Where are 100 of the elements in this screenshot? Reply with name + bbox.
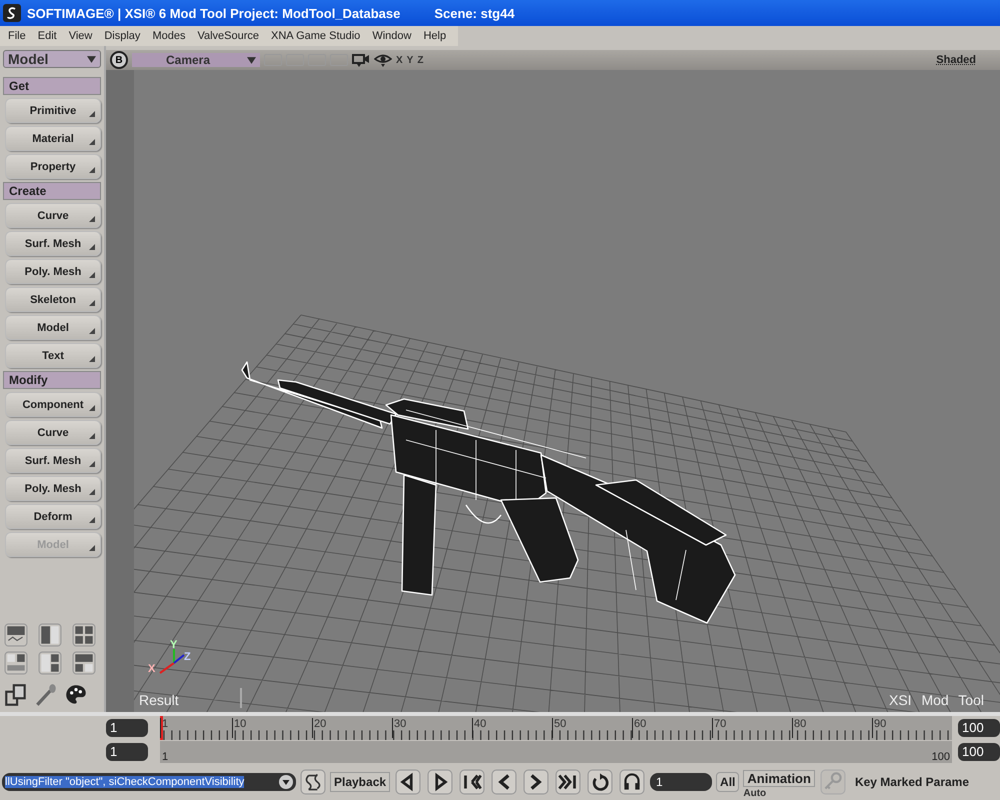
frame-tick-label: 90 <box>872 718 886 738</box>
mode-dropdown[interactable]: Model <box>3 50 101 68</box>
submenu-corner-icon <box>89 216 95 222</box>
scene-name: Scene: stg44 <box>434 6 515 20</box>
section-header: Modify <box>3 371 101 389</box>
display-mode-dropdown[interactable]: Shaded <box>936 54 976 66</box>
submenu-corner-icon <box>89 111 95 117</box>
submenu-corner-icon <box>89 356 95 362</box>
menu-item[interactable]: Display <box>104 30 140 42</box>
tool-button[interactable]: Model <box>5 315 101 340</box>
submenu-corner-icon <box>89 328 95 334</box>
dropdown-arrow-icon <box>87 56 96 62</box>
axis-toggle[interactable]: Z <box>417 54 424 66</box>
tool-button[interactable]: Deform <box>5 504 101 529</box>
frame-tick-label: 20 <box>312 718 326 738</box>
frame-tick-label: 60 <box>632 718 646 738</box>
submenu-corner-icon <box>89 167 95 173</box>
submenu-corner-icon <box>89 405 95 411</box>
tool-button[interactable]: Poly. Mesh <box>5 476 101 501</box>
camera-dropdown[interactable]: Camera <box>132 53 260 67</box>
axis-toggle[interactable]: Y <box>406 54 414 66</box>
tool-button[interactable]: Poly. Mesh <box>5 259 101 284</box>
range-end-field[interactable]: 100 <box>958 743 1000 761</box>
tool-button[interactable]: Primitive <box>5 98 101 123</box>
tool-button[interactable]: Property <box>5 154 101 179</box>
dropdown-icon[interactable] <box>279 775 293 789</box>
frame-tick-label: 10 <box>232 718 246 738</box>
axis-label: X <box>148 663 156 675</box>
axis-label: Y <box>170 639 178 651</box>
submenu-corner-icon <box>89 517 95 523</box>
submenu-corner-icon <box>89 489 95 495</box>
submenu-corner-icon <box>89 244 95 250</box>
tool-button[interactable]: Component <box>5 392 101 417</box>
tool-button[interactable]: Material <box>5 126 101 151</box>
frame-tick-label: 40 <box>472 718 486 738</box>
section-header: Create <box>3 182 101 200</box>
frame-tick-label: 80 <box>792 718 806 738</box>
frame-tick-label: 50 <box>552 718 566 738</box>
submenu-corner-icon <box>89 461 95 467</box>
app-logo-icon <box>3 4 21 22</box>
eye-icon[interactable] <box>374 53 392 67</box>
current-frame-field[interactable]: 1 <box>106 743 148 761</box>
playhead[interactable] <box>160 716 163 740</box>
skip-to-end-icon[interactable] <box>554 769 582 795</box>
tool-button[interactable]: Curve <box>5 203 101 228</box>
frame-tick-label: 70 <box>712 718 726 738</box>
menu-item[interactable]: Help <box>423 30 446 42</box>
frame-field[interactable]: 1 <box>650 773 712 791</box>
submenu-corner-icon <box>89 300 95 306</box>
submenu-corner-icon <box>89 545 95 551</box>
step-back-icon[interactable] <box>394 769 422 795</box>
layers-icon[interactable] <box>3 682 29 708</box>
layout-icon[interactable] <box>37 651 63 675</box>
tool-button[interactable]: Surf. Mesh <box>5 448 101 473</box>
layout-icon[interactable] <box>71 651 97 675</box>
tool-button[interactable]: Skeleton <box>5 287 101 312</box>
window-title: SOFTIMAGE® | XSI® 6 Mod Tool Project: ModTool_Database <box>27 6 400 20</box>
axis-toggle[interactable]: X <box>396 54 403 66</box>
end-frame-field[interactable]: 100 <box>958 719 1000 737</box>
viewport-watermark-label: XSI Mod Tool <box>888 692 984 708</box>
animation-button[interactable]: Animation <box>743 770 815 786</box>
auto-key-button[interactable]: Auto <box>743 788 815 798</box>
frame-tick-label: 30 <box>392 718 406 738</box>
loop-icon[interactable] <box>586 769 614 795</box>
all-button[interactable]: All <box>716 772 740 792</box>
menu-item[interactable]: View <box>68 30 92 42</box>
menu-item[interactable]: Window <box>372 30 412 42</box>
view-button[interactable]: B <box>110 51 128 69</box>
submenu-corner-icon <box>89 433 95 439</box>
range-start-label: 1 <box>162 751 168 763</box>
layout-icon[interactable] <box>37 623 63 647</box>
submenu-corner-icon <box>89 139 95 145</box>
layout-icon[interactable] <box>3 651 29 675</box>
play-icon[interactable] <box>522 769 550 795</box>
key-marked-parameters-label: Key Marked Parame <box>854 775 970 789</box>
play-icon[interactable] <box>426 769 454 795</box>
start-frame-field[interactable]: 1 <box>106 719 148 737</box>
range-end-label: 100 <box>932 751 950 763</box>
headphones-icon[interactable] <box>618 769 646 795</box>
step-back-icon[interactable] <box>490 769 518 795</box>
menu-item[interactable]: Edit <box>38 30 57 42</box>
axis-label: Z <box>184 651 191 663</box>
dropdown-arrow-icon <box>247 56 256 64</box>
layout-icon[interactable] <box>71 623 97 647</box>
section-header: Get <box>3 77 101 95</box>
skip-to-start-icon[interactable] <box>458 769 486 795</box>
camera-icon[interactable] <box>352 53 370 67</box>
submenu-corner-icon <box>89 272 95 278</box>
time-range-bar[interactable]: 1 100 <box>160 741 952 763</box>
playback-button[interactable]: Playback <box>330 772 390 792</box>
menu-item[interactable]: File <box>8 30 26 42</box>
menu-item[interactable]: XNA Game Studio <box>271 30 360 42</box>
viewport-label: Result <box>136 688 242 708</box>
tool-button[interactable]: Surf. Mesh <box>5 231 101 256</box>
tool-button[interactable]: Text <box>5 343 101 368</box>
menu-item[interactable]: Modes <box>152 30 186 42</box>
layout-icon[interactable] <box>3 623 29 647</box>
tool-button[interactable]: Curve <box>5 420 101 445</box>
script-icon[interactable] <box>300 769 326 795</box>
menu-item[interactable]: ValveSource <box>197 30 260 42</box>
